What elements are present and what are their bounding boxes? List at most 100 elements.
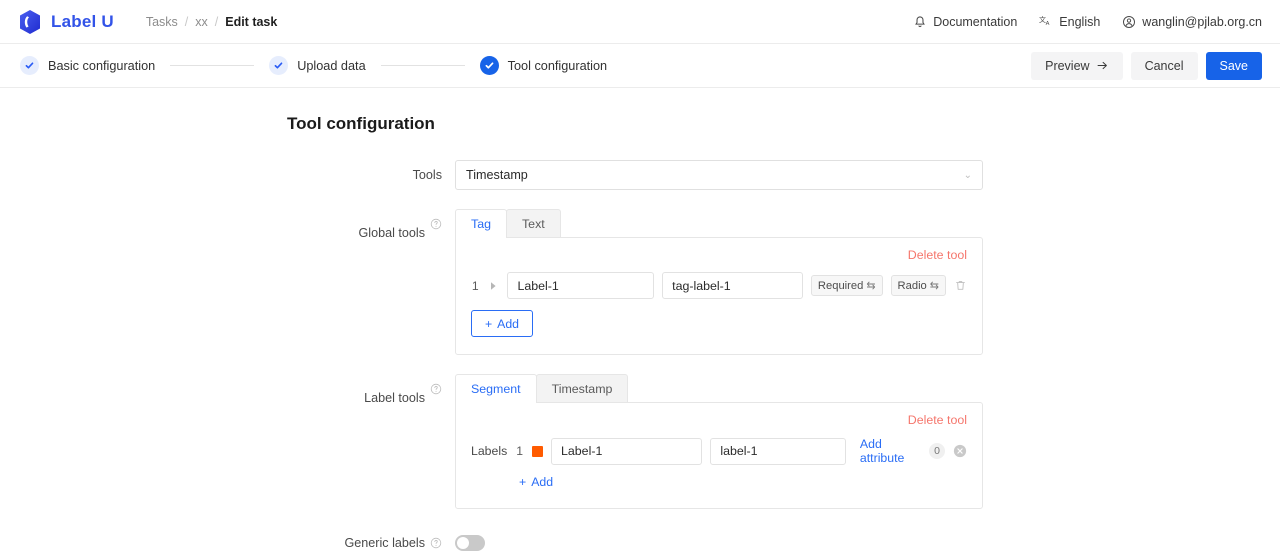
svg-text:A: A — [1046, 21, 1050, 27]
translate-icon: 文 A — [1039, 15, 1050, 27]
documentation-label: Documentation — [933, 14, 1018, 29]
plus-icon: + — [484, 316, 493, 331]
attribute-count-badge: 0 — [928, 443, 945, 459]
step-check-icon — [479, 56, 499, 75]
toggle-knob — [457, 537, 469, 549]
tag-name-input[interactable]: Label-1 — [507, 272, 655, 299]
global-tools-tabs: Tag Text — [455, 209, 983, 238]
documentation-link[interactable]: Documentation — [913, 15, 1017, 29]
tools-label-wrap: Tools — [0, 160, 455, 190]
breadcrumb-separator-2: / — [214, 14, 219, 29]
brand-name: Label U — [51, 11, 114, 31]
tools-select-value: Timestamp — [466, 168, 528, 182]
add-attribute-link[interactable]: Add attribute — [860, 437, 921, 465]
color-swatch[interactable] — [532, 445, 543, 457]
global-tools-row: Global tools Tag Text Delete tool 1 Labe… — [0, 209, 1280, 355]
cube-logo-icon — [20, 9, 40, 34]
step-tool-configuration[interactable]: Tool configuration — [479, 56, 608, 75]
preview-button[interactable]: Preview — [1031, 51, 1123, 80]
generic-labels-label: Generic labels — [344, 536, 425, 550]
label-tools-tabs: Segment Timestamp — [455, 374, 983, 403]
generic-labels-toggle[interactable] — [455, 535, 485, 551]
tag-required-toggle[interactable]: Required ⇆ — [810, 275, 883, 296]
delete-tool-link[interactable]: Delete tool — [908, 413, 967, 427]
tag-label-row: 1 Label-1 tag-label-1 Required ⇆ Radio ⇆ — [471, 272, 967, 299]
tab-segment[interactable]: Segment — [455, 374, 537, 403]
add-label-text: Add — [531, 475, 554, 489]
tag-type-toggle[interactable]: Radio ⇆ — [890, 275, 946, 296]
label-tools-label-wrap: Label tools — [0, 374, 455, 413]
label-tools-panel-head: Delete tool — [471, 413, 967, 427]
top-bar: Label U Tasks / xx / Edit task Documenta… — [0, 0, 1280, 44]
generic-labels-row: Generic labels — [0, 528, 1280, 558]
top-bar-actions: Documentation 文 A English wanglin@pjlab.… — [913, 15, 1262, 29]
tab-tag[interactable]: Tag — [455, 209, 507, 238]
breadcrumb-task-name[interactable]: xx — [195, 15, 208, 29]
global-tools-label: Global tools — [358, 226, 425, 240]
arrow-right-icon — [1097, 61, 1107, 70]
step-bar: Basic configuration Upload data Tool con… — [0, 44, 1280, 88]
label-tools-field: Segment Timestamp Delete tool Labels 1 L… — [455, 374, 983, 509]
step-check-icon — [269, 56, 289, 75]
label-tools-panel: Delete tool Labels 1 Label-1 label-1 Add… — [455, 402, 983, 509]
swap-icon: ⇆ — [866, 280, 876, 292]
user-circle-icon — [1123, 15, 1136, 28]
step-check-icon — [20, 56, 39, 75]
add-tag-button[interactable]: + Add — [471, 310, 533, 337]
tools-label: Tools — [412, 168, 442, 182]
generic-labels-field — [455, 528, 983, 551]
labels-word: Labels — [471, 444, 508, 458]
language-switcher[interactable]: 文 A English — [1039, 15, 1100, 29]
global-tools-field: Tag Text Delete tool 1 Label-1 tag-label… — [455, 209, 983, 355]
segment-label-row: Labels 1 Label-1 label-1 Add attribute 0 — [471, 437, 967, 465]
global-tools-panel-head: Delete tool — [471, 248, 967, 262]
segment-key-input[interactable]: label-1 — [710, 437, 846, 465]
tools-select[interactable]: Timestamp ⌄ — [455, 160, 983, 190]
brand[interactable]: Label U — [18, 9, 114, 35]
question-circle-icon[interactable] — [430, 218, 442, 230]
user-menu[interactable]: wanglin@pjlab.org.cn — [1122, 15, 1262, 29]
language-label: English — [1059, 14, 1101, 29]
step-bar-actions: Preview Cancel Save — [1031, 51, 1262, 80]
step-upload-data[interactable]: Upload data — [269, 56, 366, 75]
generic-labels-label-wrap: Generic labels — [0, 528, 455, 558]
tools-row: Tools Timestamp ⌄ — [0, 160, 1280, 190]
swap-icon: ⇆ — [929, 280, 939, 292]
chevron-down-icon: ⌄ — [963, 169, 972, 181]
bell-icon — [915, 15, 926, 27]
row-index: 1 — [471, 278, 479, 293]
question-circle-icon[interactable] — [430, 383, 442, 395]
step-connector-2 — [380, 65, 465, 66]
delete-tool-link[interactable]: Delete tool — [908, 248, 967, 262]
step-label: Basic configuration — [48, 58, 156, 73]
breadcrumb: Tasks / xx / Edit task — [146, 15, 278, 29]
breadcrumb-separator-1: / — [184, 14, 189, 29]
row-index: 1 — [516, 444, 524, 458]
user-email: wanglin@pjlab.org.cn — [1142, 14, 1262, 29]
trash-icon[interactable] — [954, 279, 967, 292]
step-label: Tool configuration — [507, 58, 608, 73]
segment-name-input[interactable]: Label-1 — [551, 437, 703, 465]
add-label-link[interactable]: + Add — [519, 475, 553, 489]
global-tools-label-wrap: Global tools — [0, 209, 455, 248]
tab-timestamp[interactable]: Timestamp — [535, 374, 629, 403]
save-button[interactable]: Save — [1205, 51, 1262, 80]
tools-field: Timestamp ⌄ — [455, 160, 983, 190]
main-content: Tool configuration Tools Timestamp ⌄ Glo… — [0, 88, 1280, 558]
tab-text[interactable]: Text — [505, 209, 561, 238]
step-connector-1 — [170, 65, 255, 66]
step-label: Upload data — [297, 58, 366, 73]
question-circle-icon[interactable] — [430, 537, 442, 549]
cancel-button[interactable]: Cancel — [1130, 51, 1198, 80]
global-tools-panel: Delete tool 1 Label-1 tag-label-1 Requir… — [455, 237, 983, 355]
breadcrumb-tasks[interactable]: Tasks — [146, 15, 178, 29]
tag-key-input[interactable]: tag-label-1 — [662, 272, 803, 299]
tag-type-label: Radio — [897, 279, 927, 292]
label-tools-row: Label tools Segment Timestamp Delete too… — [0, 374, 1280, 509]
label-tools-label: Label tools — [364, 391, 425, 405]
step-basic-configuration[interactable]: Basic configuration — [20, 56, 155, 75]
add-tag-label: Add — [497, 316, 520, 331]
caret-right-icon[interactable] — [487, 280, 499, 292]
page-title: Tool configuration — [287, 114, 435, 133]
close-circle-icon[interactable] — [953, 444, 967, 458]
